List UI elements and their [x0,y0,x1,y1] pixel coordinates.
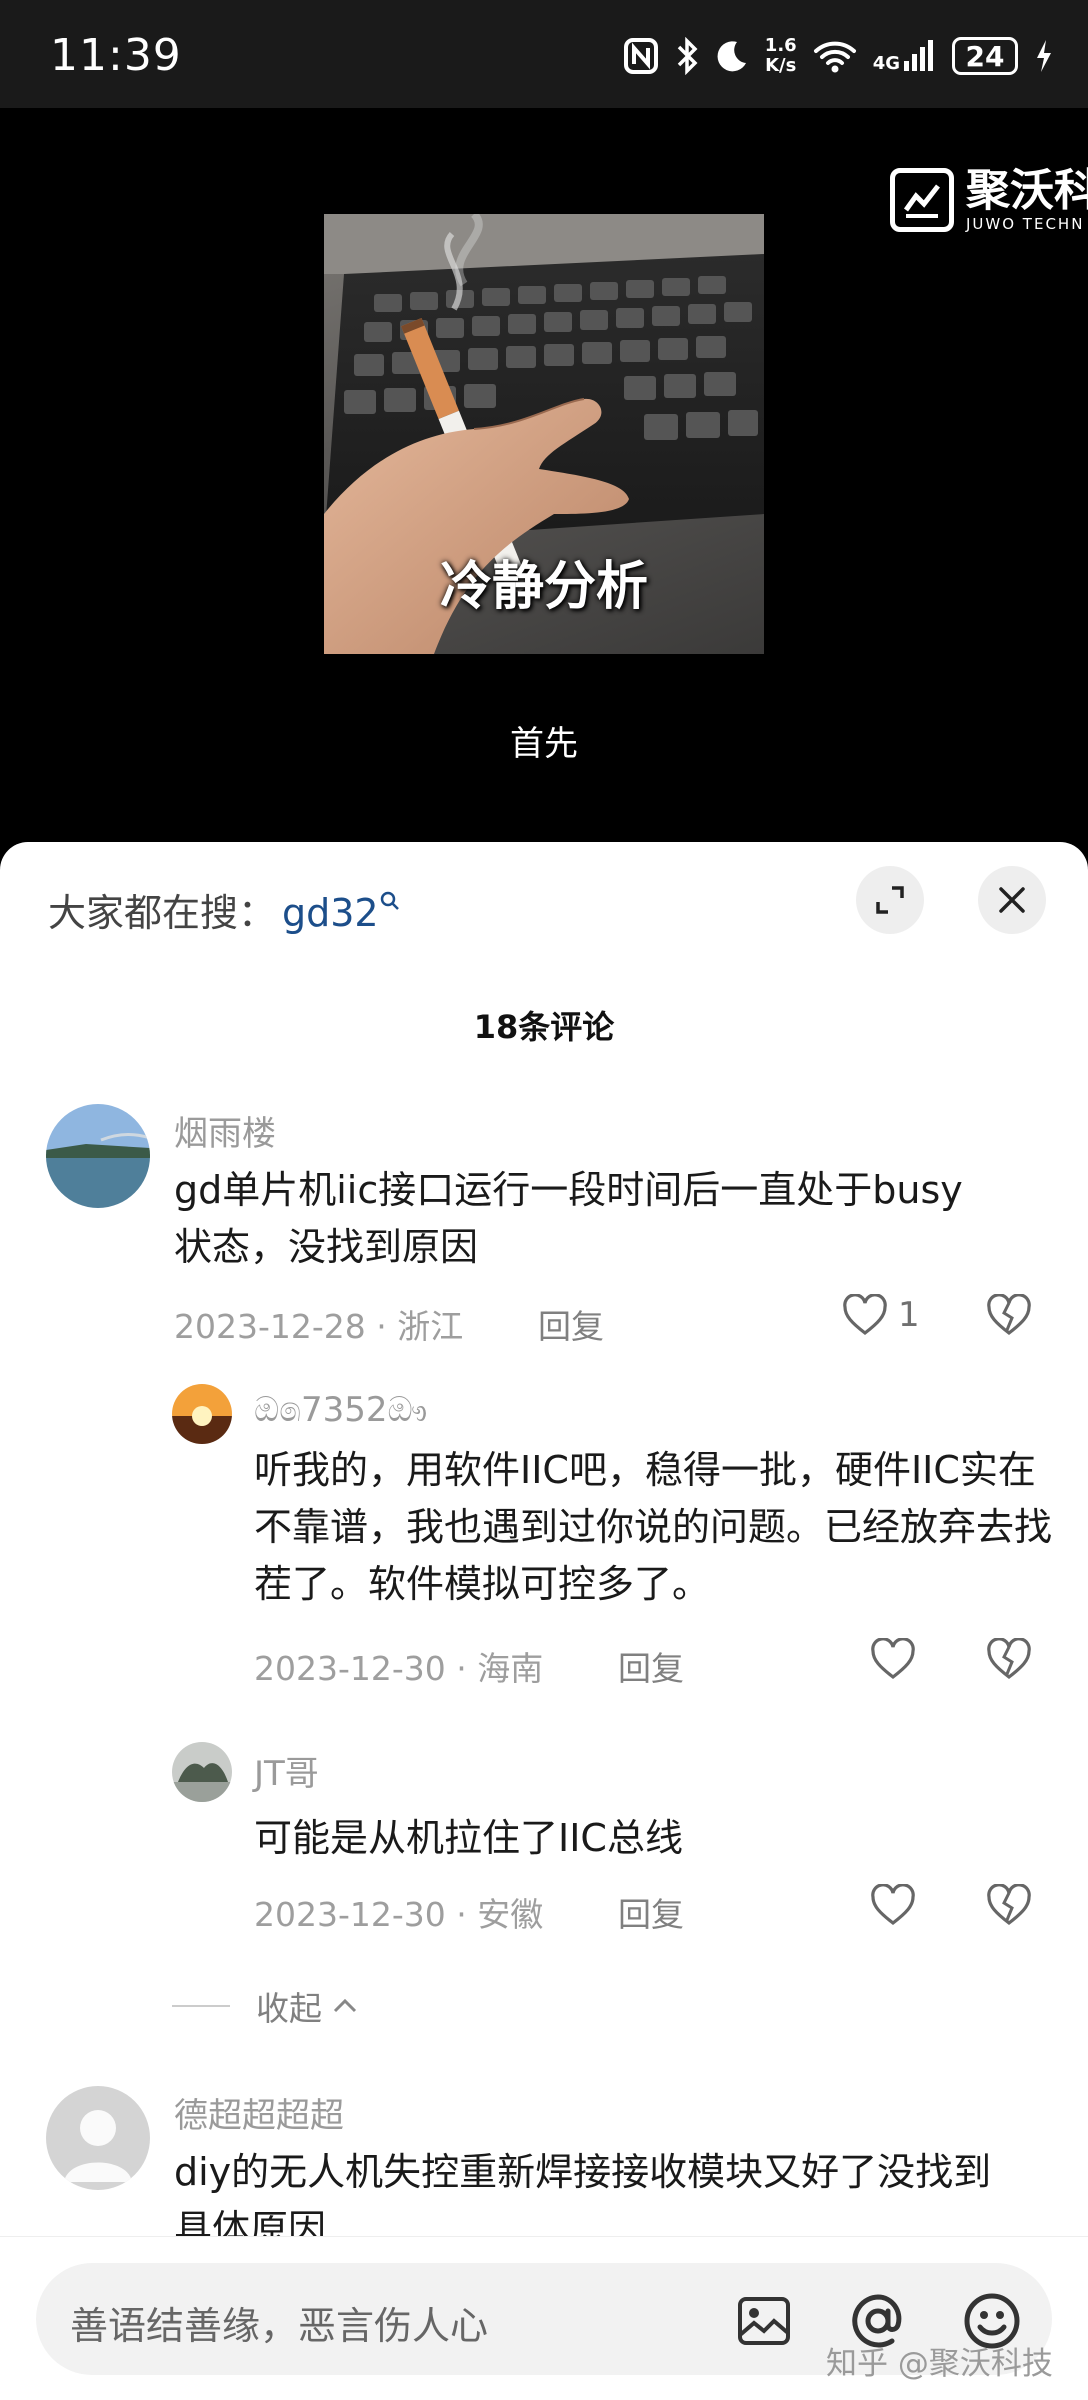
close-button[interactable] [978,866,1046,934]
dislike-button[interactable] [986,1883,1032,1930]
trending-search-label: 大家都在搜： [48,891,277,935]
comment-text: 听我的，用软件IIC吧，稳得一批，硬件IIC实在不靠谱，我也遇到过你说的问题。已… [254,1448,1053,1606]
trending-search[interactable]: 大家都在搜： gd32 [48,882,401,937]
charging-icon [1034,38,1054,74]
broken-heart-icon [987,1883,1031,1926]
moon-icon [715,39,749,73]
comment-author[interactable]: 德超超超超 [174,2088,344,2137]
status-icons: 1.6 K/s 4G 24 [623,30,1054,82]
avatar[interactable] [172,1742,232,1802]
avatar[interactable] [46,1104,150,1208]
heart-icon [871,1884,915,1926]
expand-button[interactable] [856,866,924,934]
comment-text: 可能是从机拉住了IIC总线 [254,1816,683,1860]
divider [172,2005,230,2007]
expand-icon [876,886,904,914]
close-icon [999,887,1025,913]
dislike-button[interactable] [986,1637,1032,1684]
battery-icon: 24 [952,37,1018,75]
like-button[interactable] [870,1638,916,1680]
avatar[interactable] [46,2086,150,2190]
wifi-icon [813,39,857,73]
broken-heart-icon [987,1637,1031,1680]
comment-count: 18条评论 [473,1008,615,1046]
avatar[interactable] [172,1384,232,1444]
like-button[interactable]: 1 [842,1294,920,1336]
heart-icon [843,1294,887,1336]
like-button[interactable] [870,1884,916,1926]
status-bar: 11:39 1.6 K/s 4G 24 [0,0,1088,108]
video-subtitle: 首先 [510,724,578,764]
comment-author[interactable]: JT哥 [254,1746,319,1795]
comment-meta: 2023-12-30 · 安徽 [254,1895,544,1934]
screen: 11:39 1.6 K/s 4G 24 聚沃科 JUWO TECHN 冷静分析 … [0,0,1088,2400]
comment-author[interactable]: ඔ෧7352ඖ [254,1390,427,1430]
comment-author[interactable]: 烟雨楼 [174,1106,276,1155]
comment-text: diy的无人机失控重新焊接接收模块又好了没找到具体原因 [174,2150,992,2240]
reply-button[interactable]: 回复 [538,1300,604,1348]
reply-button[interactable]: 回复 [618,1642,684,1690]
comment-input-placeholder: 善语结善缘，恶言伤人心 [70,2304,489,2348]
brand-logo: 聚沃科 JUWO TECHN [890,168,1088,232]
video-player[interactable]: 聚沃科 JUWO TECHN 冷静分析 首先 [0,108,1088,848]
net-speed: 1.6 K/s [764,35,797,76]
nfc-icon [623,37,659,75]
collapse-replies-button[interactable]: 收起 [172,1982,360,2030]
meme-image: 冷静分析 [324,214,764,654]
image-icon[interactable] [736,2293,792,2353]
brand-logo-subtext: JUWO TECHN [966,214,1085,233]
chevron-up-icon [333,1998,357,2013]
reply-button[interactable]: 回复 [618,1888,684,1936]
dislike-button[interactable] [986,1293,1032,1340]
trending-search-keyword[interactable]: gd32 [282,891,401,935]
status-time: 11:39 [50,30,182,81]
search-icon [380,892,399,911]
broken-heart-icon [987,1293,1031,1336]
meme-caption: 冷静分析 [439,557,648,617]
comment-sheet: 大家都在搜： gd32 18条评论 烟雨楼 gd单片机iic接口运行一段时间后一直… [0,842,1088,2400]
comment-meta: 2023-12-28 · 浙江 [174,1307,464,1346]
signal-icon: 4G [873,39,936,73]
comment-text: gd单片机iic接口运行一段时间后一直处于busy状态，没找到原因 [174,1168,963,1269]
like-count: 1 [898,1295,920,1335]
brand-logo-mark-icon [890,168,954,232]
bluetooth-icon [675,37,699,75]
comment-meta: 2023-12-30 · 海南 [254,1649,544,1688]
watermark: 知乎 @聚沃科技 [826,2346,1053,2382]
brand-logo-text: 聚沃科 [966,164,1088,216]
heart-icon [871,1638,915,1680]
